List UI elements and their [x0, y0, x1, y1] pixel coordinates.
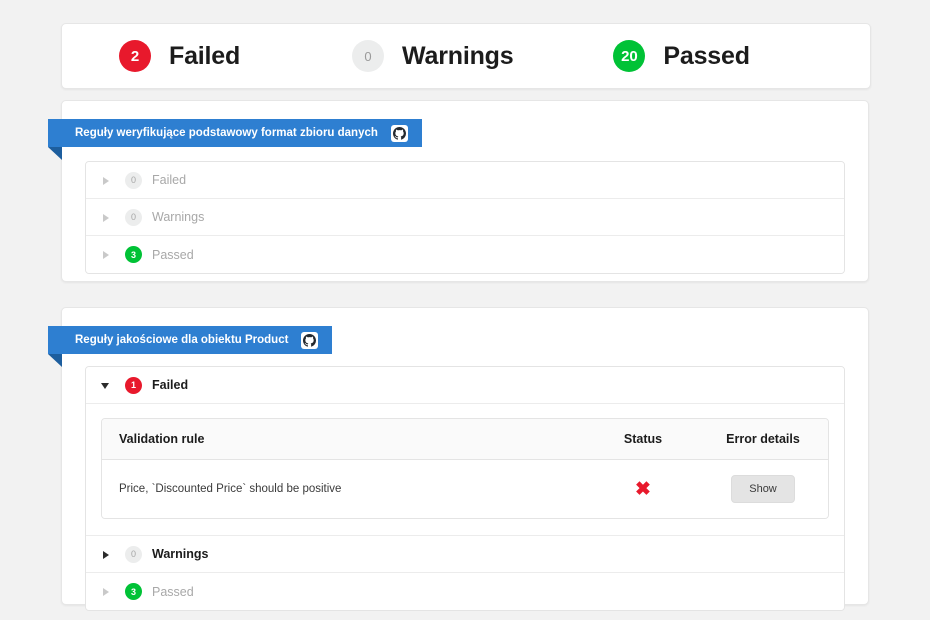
- accordion-row-label: Passed: [152, 584, 194, 599]
- accordion-format-rules: 0 Failed 0 Warnings 3 Passed: [85, 161, 845, 274]
- section-title-format: Reguły weryfikujące podstawowy format zb…: [75, 127, 378, 139]
- section-card-product-rules: Reguły jakościowe dla obiektu Product 1 …: [48, 307, 869, 611]
- accordion-row-failed[interactable]: 0 Failed: [86, 162, 844, 199]
- failed-count-badge: 2: [119, 40, 151, 72]
- summary-item-warnings: 0 Warnings: [352, 40, 514, 72]
- accordion-row-warnings[interactable]: 0 Warnings: [86, 199, 844, 236]
- failed-rules-panel: Validation rule Status Error details Pri…: [86, 404, 844, 536]
- row-count-badge: 3: [125, 583, 142, 600]
- row-count-badge: 3: [125, 246, 142, 263]
- cell-validation-rule: Price, `Discounted Price` should be posi…: [102, 460, 588, 518]
- accordion-row-passed[interactable]: 3 Passed: [86, 236, 844, 273]
- failed-label: Failed: [169, 41, 241, 70]
- validation-rules-table: Validation rule Status Error details Pri…: [101, 418, 829, 519]
- section-card-format-rules: Reguły weryfikujące podstawowy format zb…: [48, 100, 869, 282]
- accordion-row-label: Warnings: [152, 547, 209, 561]
- column-header-status: Status: [588, 419, 698, 460]
- warnings-count-badge: 0: [352, 40, 385, 72]
- summary-item-failed: 2 Failed: [119, 40, 240, 72]
- cell-error-details: Show: [698, 460, 828, 518]
- github-icon[interactable]: [390, 124, 408, 142]
- table-row: Price, `Discounted Price` should be posi…: [102, 460, 828, 518]
- row-count-badge: 1: [125, 376, 142, 394]
- chevron-right-icon[interactable]: [102, 175, 111, 186]
- chevron-down-icon[interactable]: [101, 380, 111, 391]
- accordion-row-label: Failed: [152, 378, 189, 392]
- warnings-label: Warnings: [402, 41, 514, 70]
- red-cross-icon: ✖: [635, 478, 651, 500]
- chevron-right-icon[interactable]: [102, 249, 111, 260]
- accordion-row-passed[interactable]: 3 Passed: [86, 573, 844, 610]
- github-icon[interactable]: [301, 331, 319, 349]
- chevron-right-icon[interactable]: [102, 586, 111, 597]
- accordion-row-label: Failed: [152, 173, 187, 187]
- section-title-ribbon-format: Reguły weryfikujące podstawowy format zb…: [48, 119, 422, 147]
- passed-label: Passed: [663, 41, 750, 70]
- table-header-row: Validation rule Status Error details: [102, 419, 828, 460]
- accordion-product-rules: 1 Failed Validation rule Status Error de…: [85, 366, 845, 611]
- column-header-validation-rule: Validation rule: [102, 419, 588, 460]
- row-count-badge: 0: [125, 171, 142, 189]
- validation-report-page: 2 Failed 0 Warnings 20 Passed Reguły wer…: [0, 0, 930, 620]
- show-error-details-button[interactable]: Show: [731, 475, 795, 503]
- passed-count-badge: 20: [613, 40, 646, 72]
- accordion-row-failed[interactable]: 1 Failed: [86, 367, 844, 404]
- chevron-right-icon[interactable]: [102, 549, 111, 560]
- section-title-product: Reguły jakościowe dla obiektu Product: [75, 334, 289, 346]
- ribbon-fold-format: [48, 147, 62, 160]
- summary-bar: 2 Failed 0 Warnings 20 Passed: [61, 23, 871, 89]
- accordion-row-warnings[interactable]: 0 Warnings: [86, 536, 844, 573]
- cell-status: ✖: [588, 460, 698, 518]
- section-title-ribbon-product: Reguły jakościowe dla obiektu Product: [48, 326, 333, 354]
- ribbon-fold-product: [48, 354, 62, 367]
- summary-item-passed: 20 Passed: [613, 40, 750, 72]
- row-count-badge: 0: [125, 208, 142, 226]
- accordion-row-label: Warnings: [152, 210, 205, 224]
- row-count-badge: 0: [125, 545, 142, 563]
- column-header-error-details: Error details: [698, 419, 828, 460]
- accordion-row-label: Passed: [152, 247, 194, 262]
- chevron-right-icon[interactable]: [102, 212, 111, 223]
